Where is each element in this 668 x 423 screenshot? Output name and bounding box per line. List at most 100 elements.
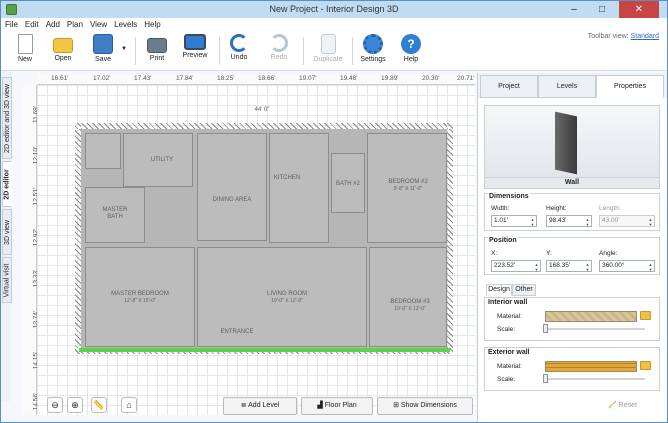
- save-label: Save: [95, 56, 111, 63]
- room-kitchen[interactable]: [269, 133, 329, 243]
- app-window: New Project - Interior Design 3D – □ ✕ F…: [0, 0, 668, 423]
- tab-virtual-visit[interactable]: Virtual visit: [2, 257, 12, 303]
- tab-label: 3D view: [3, 219, 11, 245]
- redo-button[interactable]: Redo: [261, 34, 297, 68]
- undo-button[interactable]: Undo: [221, 34, 257, 68]
- interior-wall-title: Interior wall: [488, 299, 528, 306]
- exterior-material-label: Material:: [497, 363, 522, 370]
- open-button[interactable]: Open: [45, 34, 81, 68]
- ruler-label: 19.48': [340, 75, 358, 82]
- tab-properties[interactable]: Properties: [596, 75, 664, 98]
- floor-plan-button[interactable]: ▟ Floor Plan: [301, 397, 373, 415]
- title-bar: New Project - Interior Design 3D – □ ✕: [1, 1, 667, 18]
- tab-levels[interactable]: Levels: [538, 75, 596, 98]
- print-button[interactable]: Print: [139, 34, 175, 68]
- folder-open-icon: [53, 38, 73, 53]
- zoom-in-button[interactable]: ⊕: [67, 397, 83, 413]
- room-dining-area[interactable]: [197, 133, 267, 241]
- menu-plan[interactable]: Plan: [64, 18, 86, 31]
- vertical-ruler: 11.69' 12.10' 12.51' 12.92' 13.33' 13.74…: [23, 85, 40, 415]
- length-input[interactable]: 43.00': [599, 215, 655, 227]
- tab-label: 2D editor and 3D view: [3, 83, 11, 153]
- menu-add[interactable]: Add: [43, 18, 63, 31]
- horizontal-ruler: 16.61' 17.02' 17.43' 17.84' 18.25' 18.66…: [37, 74, 475, 85]
- folder-icon[interactable]: [640, 361, 651, 370]
- preview-button[interactable]: Preview: [177, 34, 213, 68]
- ruler-label: 17.84': [176, 75, 194, 82]
- exterior-material-swatch[interactable]: [545, 361, 637, 372]
- room-closet[interactable]: [85, 133, 121, 169]
- zoom-out-button[interactable]: ⊖: [47, 397, 63, 413]
- show-dimensions-label: Show Dimensions: [400, 402, 457, 409]
- interior-scale-slider[interactable]: [545, 328, 645, 330]
- ruler-label: 20.71': [457, 75, 475, 82]
- save-button[interactable]: Save: [85, 34, 121, 68]
- y-input[interactable]: 168.35': [546, 260, 592, 272]
- menu-help[interactable]: Help: [141, 18, 163, 31]
- new-button[interactable]: New: [7, 34, 43, 68]
- settings-button[interactable]: Settings: [355, 34, 391, 68]
- toolbar-separator: [135, 37, 136, 65]
- tab-project[interactable]: Project: [480, 75, 538, 98]
- toolbar-separator: [219, 37, 220, 65]
- monitor-icon: [184, 34, 206, 50]
- room-label: BEDROOM #3 10'-0" X 12'-0": [390, 299, 430, 312]
- room-label: ENTRANCE: [220, 329, 254, 335]
- measure-button[interactable]: 📏: [91, 397, 107, 413]
- close-button[interactable]: ✕: [619, 1, 659, 18]
- tab-2d-editor[interactable]: 2D editor: [2, 161, 12, 207]
- tab-other[interactable]: Other: [512, 284, 536, 296]
- zoom-out-icon: ⊖: [51, 400, 59, 410]
- interior-material-swatch[interactable]: [545, 311, 637, 322]
- minimize-button[interactable]: –: [561, 1, 587, 18]
- ruler-label: 19.89': [381, 75, 399, 82]
- menu-levels[interactable]: Levels: [111, 18, 140, 31]
- tab-2d-editor-and-3d-view[interactable]: 2D editor and 3D view: [2, 77, 12, 159]
- menu-bar: File Edit Add Plan View Levels Help: [1, 18, 667, 31]
- exterior-scale-handle[interactable]: [543, 374, 548, 383]
- plan-dimension-label: 44' 0": [254, 107, 270, 113]
- interior-wall-section: Interior wall Material: Scale:: [484, 297, 660, 341]
- print-label: Print: [149, 55, 165, 62]
- toolbar-separator: [303, 37, 304, 65]
- toolbar-view-value[interactable]: Standard: [631, 33, 659, 40]
- help-label: Help: [403, 56, 419, 63]
- room-bedroom-3[interactable]: [369, 247, 447, 347]
- plan-canvas[interactable]: 44' 0" UTILITY KITCHEN DINING AREA MASTE…: [37, 85, 475, 415]
- menu-file[interactable]: File: [2, 18, 21, 31]
- maximize-button[interactable]: □: [589, 1, 615, 18]
- menu-edit[interactable]: Edit: [22, 18, 42, 31]
- reset-button[interactable]: 🧹 Reset: [608, 401, 637, 409]
- open-label: Open: [54, 55, 72, 62]
- redo-icon: [270, 34, 288, 52]
- ruler-label: 20.30': [422, 75, 440, 82]
- exterior-scale-slider[interactable]: [545, 378, 645, 380]
- home-button[interactable]: ⌂: [121, 397, 137, 413]
- duplicate-button[interactable]: Duplicate: [307, 34, 349, 68]
- interior-scale-handle[interactable]: [543, 324, 548, 333]
- exterior-wall-title: Exterior wall: [488, 349, 530, 356]
- tab-3d-view[interactable]: 3D view: [2, 209, 12, 255]
- help-button[interactable]: ? Help: [393, 34, 429, 68]
- add-level-button[interactable]: ≣ Add Level: [223, 397, 297, 415]
- save-dropdown-icon[interactable]: ▼: [121, 46, 127, 52]
- toolbar-view-selector[interactable]: Toolbar view: Standard: [588, 33, 659, 40]
- wall-preview-shape: [555, 111, 577, 175]
- folder-icon[interactable]: [640, 311, 651, 320]
- menu-view[interactable]: View: [87, 18, 110, 31]
- add-level-label: Add Level: [248, 402, 280, 409]
- selected-wall[interactable]: [79, 348, 450, 352]
- show-dimensions-button[interactable]: ⊞ Show Dimensions: [377, 397, 473, 415]
- height-input[interactable]: 98.43': [546, 215, 592, 227]
- undo-icon: [230, 34, 248, 52]
- printer-icon: [147, 38, 167, 53]
- position-title: Position: [488, 237, 518, 244]
- view-mode-tabs: 2D editor and 3D view 2D editor 3D view …: [1, 71, 12, 401]
- width-input[interactable]: 1.01': [491, 215, 537, 227]
- x-input[interactable]: 223.52': [491, 260, 541, 272]
- properties-panel: Project Levels Properties Wall Dimension…: [477, 73, 667, 422]
- angle-input[interactable]: 360.00°: [599, 260, 655, 272]
- length-label: Length:: [599, 205, 621, 212]
- tab-design[interactable]: Design: [486, 284, 512, 296]
- room-label: MASTER BATH: [102, 207, 128, 220]
